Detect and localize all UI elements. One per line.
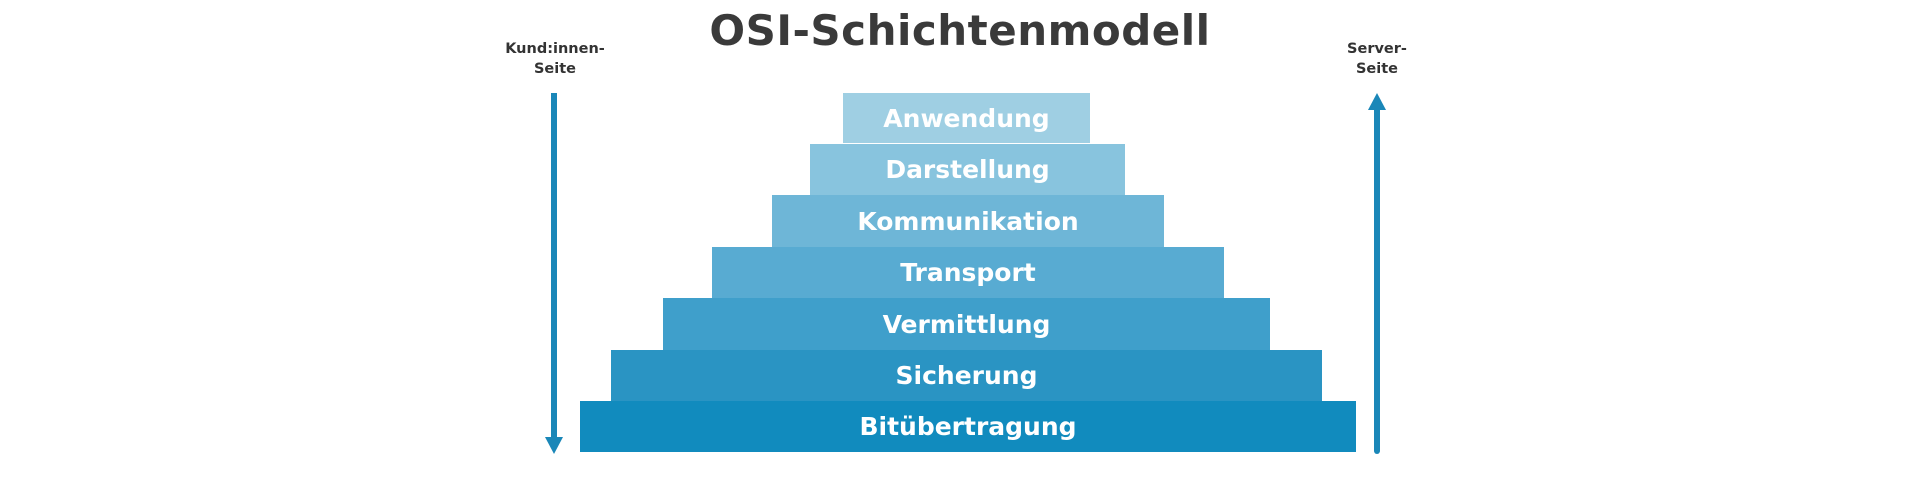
layer-label: Bitübertragung xyxy=(859,412,1077,441)
client-side-label-line2: Seite xyxy=(533,61,576,77)
arrow-up-icon xyxy=(1368,93,1386,454)
server-side-label: Server- Seite xyxy=(1297,39,1457,79)
layer-presentation: Darstellung xyxy=(810,144,1125,195)
layer-transport: Transport xyxy=(712,247,1224,298)
osi-diagram: OSI-Schichtenmodell Kund:innen- Seite Se… xyxy=(0,0,1920,500)
layer-label: Anwendung xyxy=(883,103,1050,133)
diagram-title: OSI-Schichtenmodell xyxy=(709,6,1211,55)
layer-label: Sicherung xyxy=(895,361,1038,390)
arrow-down-icon xyxy=(545,93,563,454)
server-side-label-line1: Server- xyxy=(1347,41,1407,57)
client-side-label-line1: Kund:innen- xyxy=(505,41,605,57)
server-side-label-line2: Seite xyxy=(1355,61,1398,77)
layer-label: Kommunikation xyxy=(857,206,1079,236)
layer-application: Anwendung xyxy=(843,93,1090,143)
client-side-label: Kund:innen- Seite xyxy=(475,39,635,79)
layer-label: Vermittlung xyxy=(882,309,1051,339)
layer-label: Darstellung xyxy=(885,155,1050,184)
layer-session: Kommunikation xyxy=(772,195,1164,247)
layer-network: Vermittlung xyxy=(663,298,1270,350)
layer-label: Transport xyxy=(900,258,1036,287)
layer-data-link: Sicherung xyxy=(611,350,1322,401)
layer-physical: Bitübertragung xyxy=(580,401,1356,452)
